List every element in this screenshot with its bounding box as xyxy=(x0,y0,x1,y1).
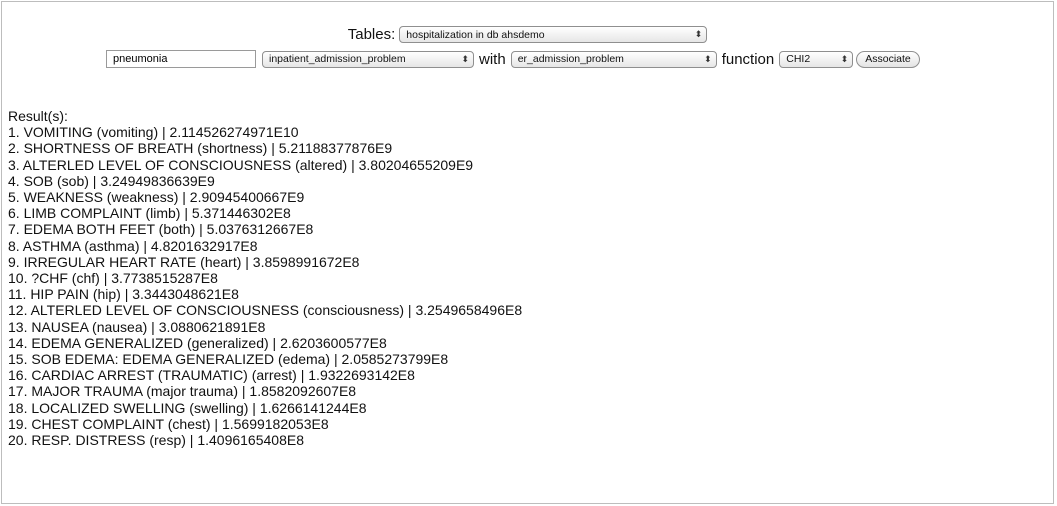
result-item: 9. IRREGULAR HEART RATE (heart) | 3.8598… xyxy=(8,253,360,270)
result-item: 4. SOB (sob) | 3.24949836639E9 xyxy=(8,172,215,189)
field1-select[interactable]: inpatient_admission_problem ⬍ xyxy=(262,50,474,68)
result-item: 8. ASTHMA (asthma) | 4.8201632917E8 xyxy=(8,237,258,254)
result-item: 12. ALTERLED LEVEL OF CONSCIOUSNESS (con… xyxy=(8,302,523,319)
tables-label: Tables: xyxy=(347,26,396,43)
function-select[interactable]: CHI2 ⬍ xyxy=(779,50,854,68)
result-item: 20. RESP. DISTRESS (resp) | 1.4096165408… xyxy=(8,432,304,449)
result-item: 16. CARDIAC ARREST (TRAUMATIC) (arrest) … xyxy=(8,367,415,384)
result-item: 13. NAUSEA (nausea) | 3.0880621891E8 xyxy=(8,318,266,335)
results-section: Result(s): 1. VOMITING (vomiting) | 2.11… xyxy=(8,108,522,448)
result-item: 5. WEAKNESS (weakness) | 2.90945400667E9 xyxy=(8,189,305,206)
table-select[interactable]: hospitalization in db ahsdemo ⬍ xyxy=(399,26,708,43)
table-select-value: hospitalization in db ahsdemo xyxy=(406,28,545,41)
select-arrows-icon: ⬍ xyxy=(461,53,469,64)
result-item: 6. LIMB COMPLAINT (limb) | 5.371446302E8 xyxy=(8,205,291,222)
associate-button[interactable]: Associate xyxy=(856,50,920,68)
search-input[interactable] xyxy=(106,50,256,68)
function-label: function xyxy=(721,50,775,68)
result-item: 14. EDEMA GENERALIZED (generalized) | 2.… xyxy=(8,334,387,351)
result-item: 17. MAJOR TRAUMA (major trauma) | 1.8582… xyxy=(8,383,357,400)
with-label: with xyxy=(479,50,506,68)
result-item: 1. VOMITING (vomiting) | 2.114526274971E… xyxy=(8,124,299,141)
field2-select[interactable]: er_admission_problem ⬍ xyxy=(510,50,717,68)
tables-row: Tables: hospitalization in db ahsdemo ⬍ xyxy=(2,26,1053,43)
results-heading: Result(s): xyxy=(8,108,68,124)
result-item: 10. ?CHF (chf) | 3.7738515287E8 xyxy=(8,270,218,287)
page-frame: Tables: hospitalization in db ahsdemo ⬍ … xyxy=(1,1,1054,504)
select-arrows-icon: ⬍ xyxy=(704,53,712,64)
results-list: 1. VOMITING (vomiting) | 2.114526274971E… xyxy=(8,124,522,448)
select-arrows-icon: ⬍ xyxy=(694,29,703,39)
result-item: 11. HIP PAIN (hip) | 3.3443048621E8 xyxy=(8,286,239,303)
result-item: 15. SOB EDEMA: EDEMA GENERALIZED (edema)… xyxy=(8,351,449,368)
field2-select-value: er_admission_problem xyxy=(517,53,624,65)
select-arrows-icon: ⬍ xyxy=(840,53,849,64)
result-item: 2. SHORTNESS OF BREATH (shortness) | 5.2… xyxy=(8,140,393,157)
field1-select-value: inpatient_admission_problem xyxy=(269,53,406,65)
result-item: 18. LOCALIZED SWELLING (swelling) | 1.62… xyxy=(8,399,367,416)
result-item: 3. ALTERLED LEVEL OF CONSCIOUSNESS (alte… xyxy=(8,156,474,173)
query-row: inpatient_admission_problem ⬍ with er_ad… xyxy=(106,50,920,68)
result-item: 7. EDEMA BOTH FEET (both) | 5.0376312667… xyxy=(8,221,314,238)
function-select-value: CHI2 xyxy=(786,53,811,65)
result-item: 19. CHEST COMPLAINT (chest) | 1.56991820… xyxy=(8,415,329,432)
